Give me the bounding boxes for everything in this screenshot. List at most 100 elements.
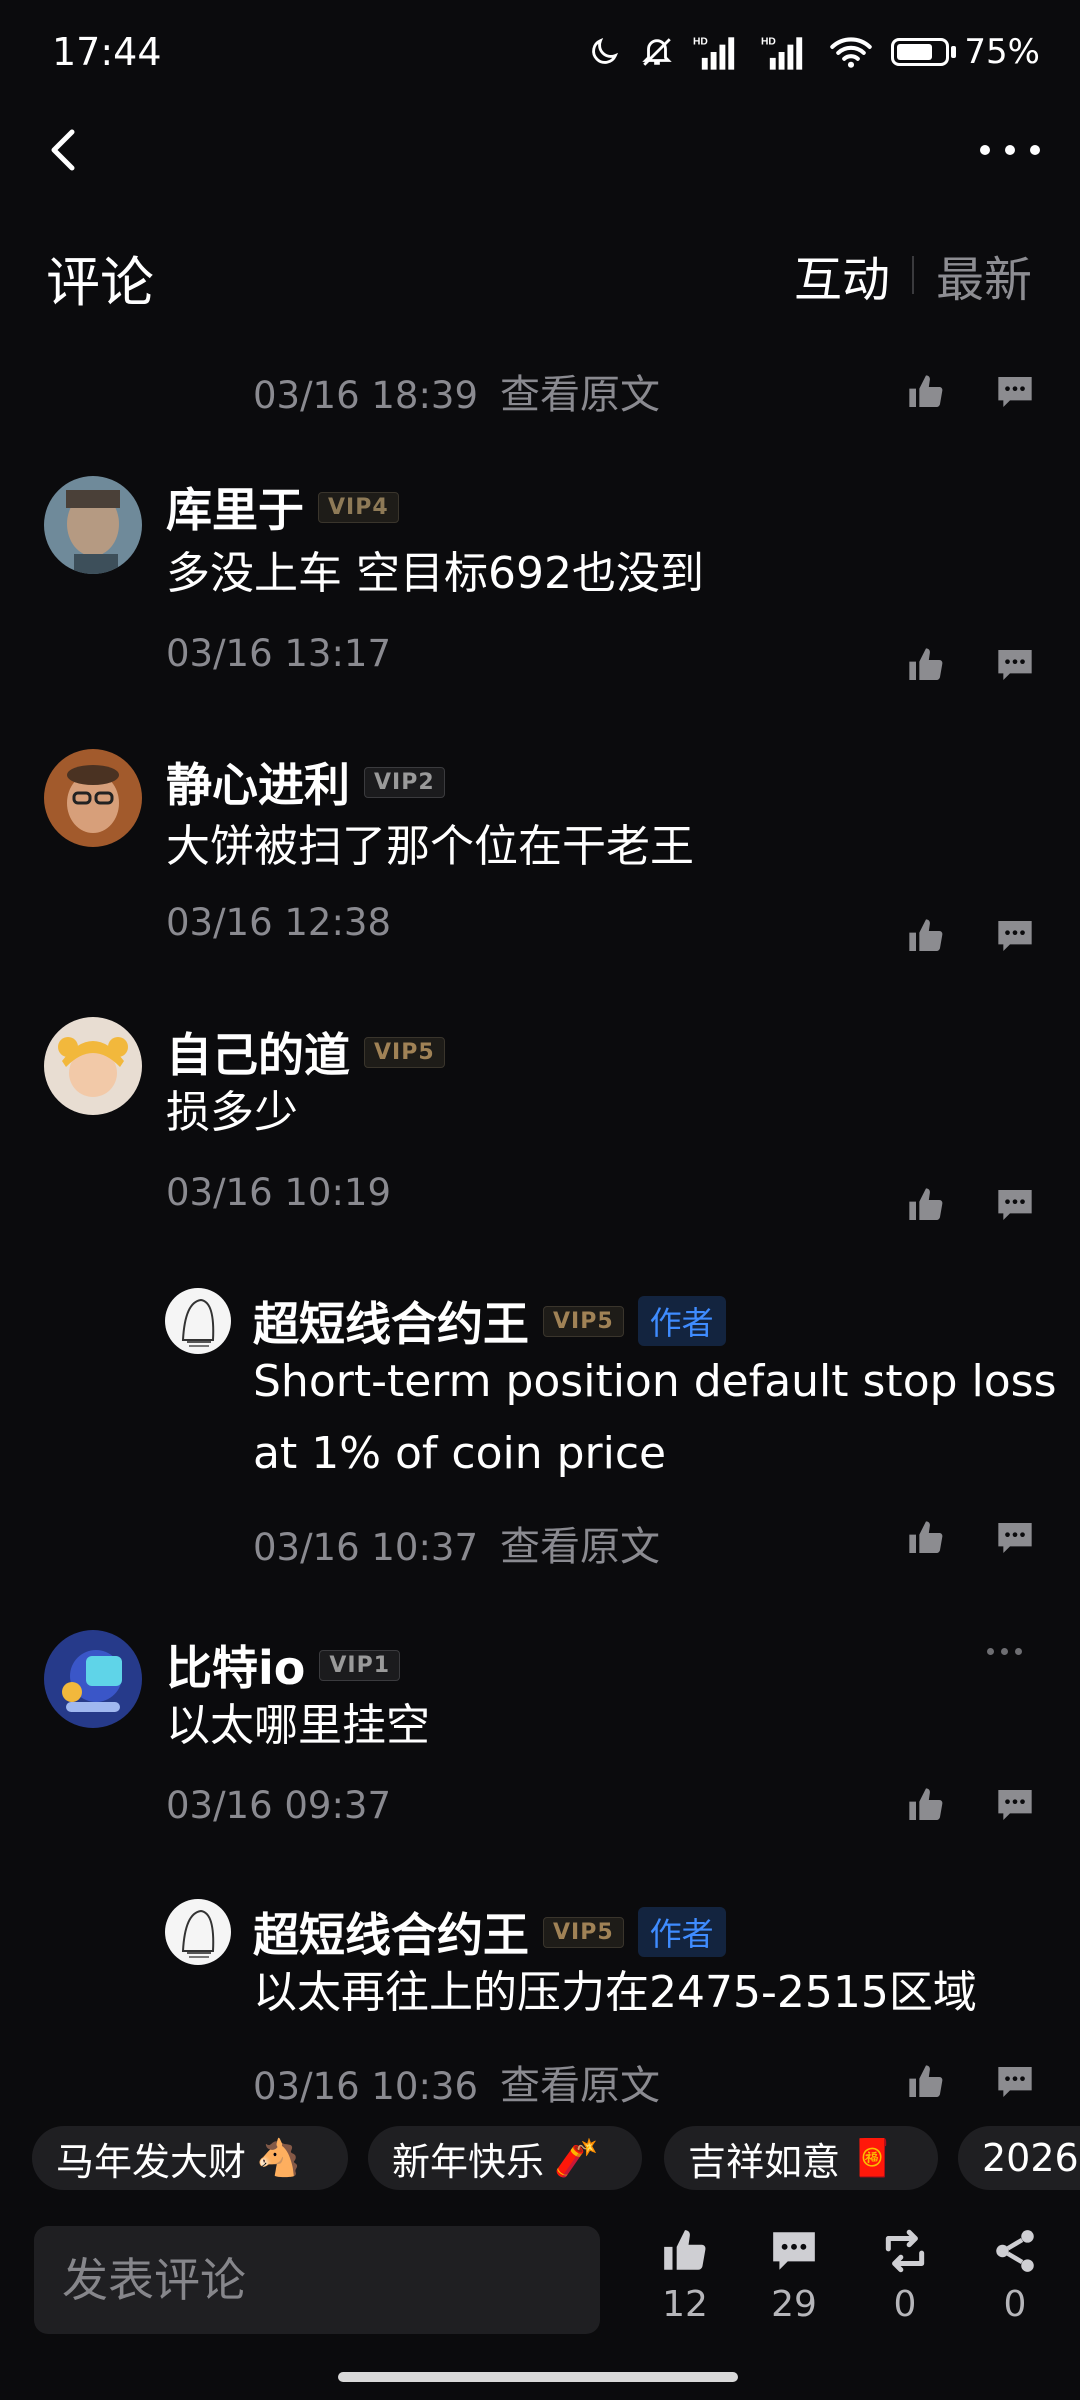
share-count: 0 bbox=[1003, 2284, 1027, 2325]
tab-interactive[interactable]: 互动 bbox=[794, 240, 890, 310]
mute-icon bbox=[642, 38, 673, 66]
thumbs-up-icon[interactable] bbox=[905, 645, 947, 685]
quick-phrase-text: 吉祥如意 bbox=[688, 2139, 841, 2184]
comment-text: 以太再往上的压力在2475-2515区域 bbox=[253, 1967, 977, 2018]
vip-badge: VIP2 bbox=[364, 766, 445, 798]
reply-icon[interactable] bbox=[994, 645, 1036, 685]
tab-latest[interactable]: 最新 bbox=[936, 240, 1032, 310]
comment-header: 超短线合约王 VIP5 作者 bbox=[253, 1288, 726, 1354]
comment-time: 03/16 12:38 bbox=[166, 901, 392, 944]
comment-meta: 03/16 10:36 查看原文 bbox=[253, 2053, 660, 2111]
avatar[interactable] bbox=[44, 476, 142, 574]
firecracker-emoji-icon: 🧨 bbox=[554, 2138, 599, 2179]
comment-meta: 03/16 18:39 查看原文 bbox=[253, 362, 660, 420]
comment-text: 以太哪里挂空 bbox=[166, 1700, 430, 1751]
username[interactable]: 库里于 bbox=[166, 474, 304, 540]
view-original-link[interactable]: 查看原文 bbox=[500, 2063, 660, 2109]
vip-badge: VIP5 bbox=[543, 1916, 624, 1948]
comment-text-line-2: at 1% of coin price bbox=[253, 1428, 667, 1479]
reply-icon[interactable] bbox=[994, 1185, 1036, 1225]
comment-header: 超短线合约王 VIP5 作者 bbox=[253, 1899, 726, 1965]
comment-text: 大饼被扫了那个位在干老王 bbox=[166, 821, 694, 872]
avatar[interactable] bbox=[44, 1017, 142, 1115]
comment-count: 29 bbox=[771, 2284, 817, 2325]
comment-count-button[interactable]: 29 bbox=[749, 2226, 839, 2325]
status-time: 17:44 bbox=[52, 30, 162, 74]
comment-text: 损多少 bbox=[166, 1087, 298, 1138]
repost-icon bbox=[885, 2229, 925, 2273]
comment-bubble-icon bbox=[773, 2232, 815, 2270]
vip-badge: VIP4 bbox=[318, 491, 399, 523]
wifi-icon bbox=[830, 37, 873, 68]
author-badge: 作者 bbox=[637, 1907, 726, 1957]
red-envelope-emoji-icon: 🧧 bbox=[850, 2138, 895, 2179]
reply-icon[interactable] bbox=[994, 1785, 1036, 1825]
author-badge: 作者 bbox=[637, 1296, 726, 1346]
back-button[interactable] bbox=[40, 120, 90, 180]
reply-icon[interactable] bbox=[994, 1518, 1036, 1558]
comment-text: 多没上车 空目标692也没到 bbox=[166, 548, 704, 599]
like-count: 12 bbox=[662, 2284, 708, 2325]
avatar[interactable] bbox=[44, 749, 142, 847]
quick-phrase-chip[interactable]: 马年发大财 🐴 bbox=[32, 2126, 348, 2190]
thumbs-up-icon bbox=[664, 2230, 706, 2270]
battery-indicator: 75% bbox=[891, 32, 1040, 72]
view-original-link[interactable]: 查看原文 bbox=[500, 372, 660, 418]
quick-phrase-chip[interactable]: 新年快乐 🧨 bbox=[368, 2126, 642, 2190]
username[interactable]: 自己的道 bbox=[166, 1019, 350, 1085]
username[interactable]: 比特io bbox=[166, 1632, 305, 1698]
chevron-left-icon bbox=[51, 129, 75, 171]
quick-phrase-chip[interactable]: 吉祥如意 🧧 bbox=[664, 2126, 938, 2190]
quick-phrase-chip[interactable]: 2026 bbox=[958, 2126, 1080, 2190]
username[interactable]: 静心进利 bbox=[166, 749, 350, 815]
quick-phrase-text: 2026 bbox=[982, 2136, 1079, 2180]
svg-text:HD: HD bbox=[761, 37, 776, 48]
share-icon bbox=[996, 2230, 1034, 2272]
comment-header: 比特io VIP1 bbox=[166, 1632, 401, 1698]
comment-meta: 03/16 10:37 查看原文 bbox=[253, 1514, 660, 1572]
comment-time: 03/16 10:36 bbox=[253, 2065, 479, 2108]
avatar[interactable] bbox=[44, 1630, 142, 1728]
quick-phrase-text: 新年快乐 bbox=[392, 2139, 545, 2184]
signal-hd-icon-2: HD bbox=[761, 37, 803, 70]
horse-emoji-icon: 🐴 bbox=[256, 2138, 301, 2179]
comment-time: 03/16 10:19 bbox=[166, 1171, 392, 1214]
thumbs-up-icon[interactable] bbox=[905, 1518, 947, 1558]
repost-button[interactable]: 0 bbox=[860, 2226, 950, 2325]
more-options-button[interactable] bbox=[980, 125, 1040, 175]
home-indicator[interactable] bbox=[338, 2372, 738, 2382]
tab-divider bbox=[911, 256, 914, 294]
comment-time: 03/16 09:37 bbox=[166, 1784, 392, 1827]
view-original-link[interactable]: 查看原文 bbox=[500, 1524, 660, 1570]
sort-tabs: 互动 最新 bbox=[794, 240, 1032, 310]
battery-percent: 75% bbox=[964, 32, 1040, 72]
avatar[interactable] bbox=[165, 1899, 231, 1965]
comment-header: 自己的道 VIP5 bbox=[166, 1019, 445, 1085]
avatar[interactable] bbox=[165, 1288, 231, 1354]
comment-more-button[interactable] bbox=[987, 1648, 1022, 1655]
status-icons: HD HD 75% bbox=[587, 28, 1040, 76]
thumbs-up-icon[interactable] bbox=[905, 1785, 947, 1825]
comment-time: 03/16 10:37 bbox=[253, 1526, 479, 1569]
thumbs-up-icon[interactable] bbox=[905, 1185, 947, 1225]
vip-badge: VIP1 bbox=[319, 1649, 401, 1681]
reply-icon[interactable] bbox=[994, 372, 1036, 412]
reply-icon[interactable] bbox=[994, 2062, 1036, 2102]
thumbs-up-icon[interactable] bbox=[905, 372, 947, 412]
username[interactable]: 超短线合约王 bbox=[253, 1288, 529, 1354]
moon-icon bbox=[592, 37, 619, 64]
comment-input-box[interactable] bbox=[34, 2226, 600, 2334]
share-button[interactable]: 0 bbox=[970, 2226, 1060, 2325]
vip-badge: VIP5 bbox=[364, 1036, 445, 1068]
comment-time: 03/16 13:17 bbox=[166, 632, 392, 675]
comment-text-line-1: Short-term position default stop loss bbox=[253, 1356, 1057, 1407]
username[interactable]: 超短线合约王 bbox=[253, 1899, 529, 1965]
more-dot-icon bbox=[980, 145, 990, 155]
signal-hd-icon: HD bbox=[693, 37, 735, 70]
thumbs-up-icon[interactable] bbox=[905, 2062, 947, 2102]
comment-header: 静心进利 VIP2 bbox=[166, 749, 445, 815]
thumbs-up-icon[interactable] bbox=[905, 916, 947, 956]
reply-icon[interactable] bbox=[994, 916, 1036, 956]
like-button[interactable]: 12 bbox=[640, 2226, 730, 2325]
comment-input[interactable] bbox=[60, 2252, 600, 2308]
